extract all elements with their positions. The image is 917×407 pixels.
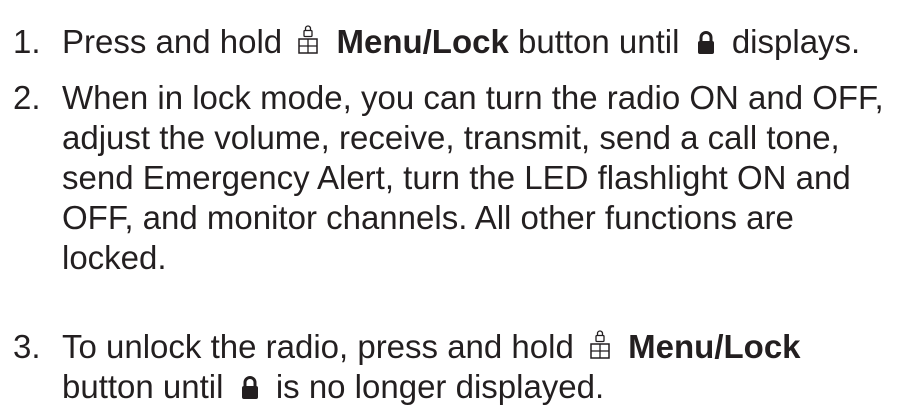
menu-lock-icon [587,330,613,361]
step-number: 1. [13,23,41,60]
step-text-line: OFF, and monitor channels. All other fun… [62,199,794,236]
step-text: To unlock the radio, press and hold Menu… [62,327,801,407]
step-text-line: locked. [62,239,167,276]
step-text-part: is no longer displayed. [275,368,605,405]
step-text: Press and hold Menu/Lock button until di… [62,22,860,62]
menu-lock-button-label: Menu/Lock [336,23,509,60]
step-text-part: To unlock the radio, press and hold [62,328,574,365]
step-text-line: send Emergency Alert, turn the LED flash… [62,159,851,196]
step-text-part: displays. [731,23,861,60]
lock-icon [695,30,717,56]
step-number: 2. [13,79,41,116]
step-text-line: To unlock the radio, press and hold Menu… [62,327,801,367]
menu-lock-icon [295,25,321,56]
step-text-line: When in lock mode, you can turn the radi… [62,79,884,116]
step-text-part: button until [518,23,680,60]
step-text-part: Press and hold [62,23,283,60]
menu-lock-button-label: Menu/Lock [628,328,801,365]
step-number: 3. [13,328,41,365]
lock-icon [239,375,261,401]
step-text-part: button until [62,368,224,405]
step-text: When in lock mode, you can turn the radi… [62,78,884,278]
step-text-line: adjust the volume, receive, transmit, se… [62,119,840,156]
step-text-line: button until is no longer displayed. [62,367,801,407]
